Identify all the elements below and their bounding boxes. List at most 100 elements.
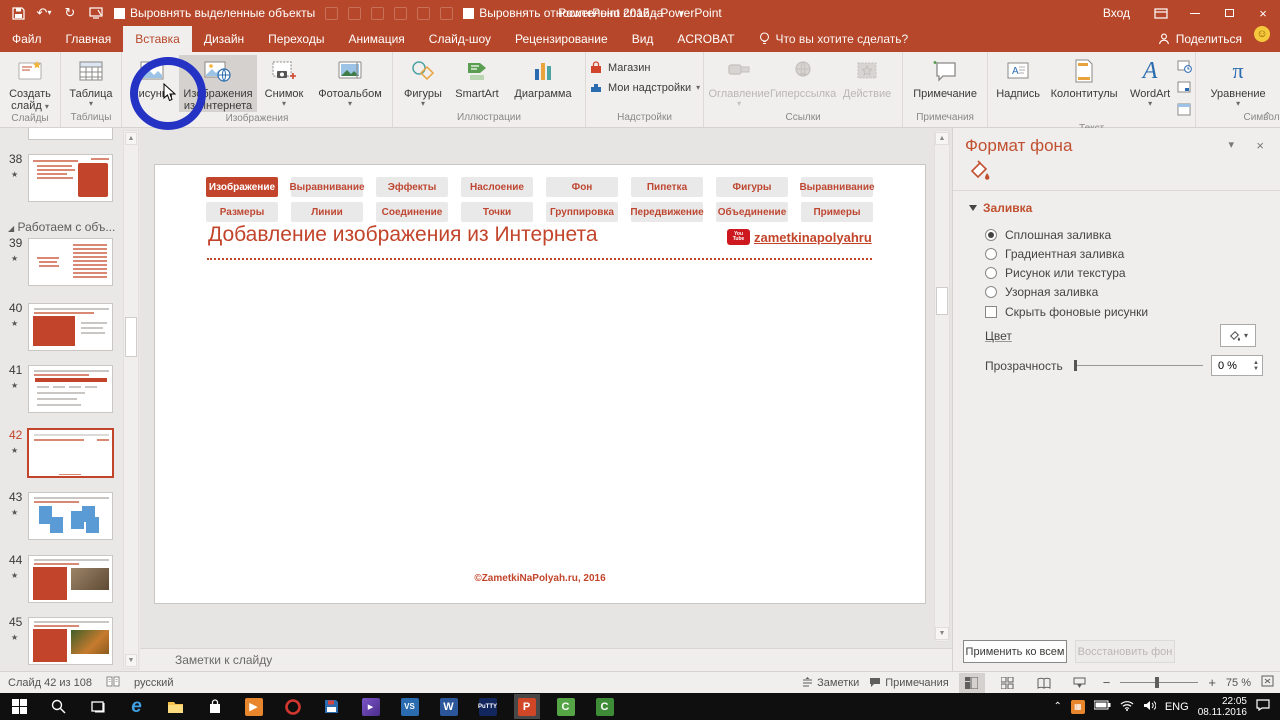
floppy-app-icon[interactable] xyxy=(319,694,345,719)
slide-thumbnail-41[interactable] xyxy=(28,365,113,413)
wifi-icon[interactable] xyxy=(1120,700,1134,714)
wordart-button[interactable]: A WordArt ▾ xyxy=(1123,55,1177,108)
fill-section-header[interactable]: Заливка xyxy=(969,201,1032,215)
save-icon[interactable] xyxy=(10,5,26,21)
restore-button[interactable] xyxy=(1212,0,1246,26)
slide-thumbnail-39[interactable] xyxy=(28,238,113,286)
visual-studio-icon[interactable]: VS xyxy=(397,694,423,719)
redo-icon[interactable]: ↻ xyxy=(62,5,78,21)
edge-icon[interactable]: e xyxy=(124,694,150,719)
align-selected-objects-checkbox[interactable]: Выровнять выделенные объекты xyxy=(114,6,315,20)
pane-menu-icon[interactable]: ▾ xyxy=(1228,138,1234,151)
pattern-fill-option[interactable]: Узорная заливка xyxy=(985,285,1098,299)
scrollbar-thumb[interactable] xyxy=(936,287,948,315)
slide-scrollbar[interactable]: ▲ ▼ xyxy=(934,130,950,642)
equation-button[interactable]: π Уравнение ▾ xyxy=(1199,55,1277,108)
camtasia-icon[interactable]: C xyxy=(553,694,579,719)
zoom-level[interactable]: 75 % xyxy=(1226,677,1251,689)
solid-fill-option[interactable]: Сплошная заливка xyxy=(985,228,1111,242)
opera-icon[interactable] xyxy=(280,694,306,719)
spellcheck-icon[interactable] xyxy=(106,675,120,691)
media-classic-icon[interactable]: ▸ xyxy=(358,694,384,719)
media-player-icon[interactable]: ▶ xyxy=(241,694,267,719)
slide-button[interactable]: Точки xyxy=(461,202,533,222)
slide-sorter-view-button[interactable] xyxy=(995,673,1021,693)
comments-toggle[interactable]: Примечания xyxy=(869,677,949,689)
online-pictures-button[interactable]: Изображения из Интернета xyxy=(179,55,257,112)
feedback-smiley-icon[interactable]: ☺ xyxy=(1254,26,1270,42)
action-center-icon[interactable] xyxy=(1256,699,1270,714)
zoom-slider[interactable] xyxy=(1120,682,1198,683)
reading-view-button[interactable] xyxy=(1031,673,1057,693)
search-icon[interactable] xyxy=(46,694,72,719)
thumbnail-scrollbar[interactable]: ▲ ▼ xyxy=(123,130,139,669)
pane-close-icon[interactable]: × xyxy=(1256,138,1264,153)
slide-thumbnail-45[interactable] xyxy=(28,617,113,665)
share-button[interactable]: Поделиться xyxy=(1146,26,1254,52)
normal-view-button[interactable] xyxy=(959,673,985,693)
section-header[interactable]: ◢ Работаем с объ... xyxy=(8,220,115,234)
thumbnail-partial[interactable] xyxy=(28,128,113,140)
language-tray[interactable]: ENG xyxy=(1165,701,1189,713)
undo-icon[interactable]: ↶▾ xyxy=(36,5,52,21)
photo-album-button[interactable]: Фотоальбом ▾ xyxy=(311,55,389,108)
scroll-up-icon[interactable]: ▲ xyxy=(125,132,137,145)
slide-thumbnail-40[interactable] xyxy=(28,303,113,351)
clock[interactable]: 22:05 08.11.2016 xyxy=(1198,696,1247,718)
slide-button[interactable]: Фигуры xyxy=(716,177,788,197)
notes-area[interactable]: Заметки к слайду xyxy=(140,648,952,671)
word-icon[interactable]: W xyxy=(436,694,462,719)
tab-slideshow[interactable]: Слайд-шоу xyxy=(417,26,503,52)
my-addins-button[interactable]: Мои надстройки ▾ xyxy=(589,81,700,95)
tab-home[interactable]: Главная xyxy=(54,26,124,52)
notes-toggle[interactable]: Заметки xyxy=(802,677,859,689)
tab-transitions[interactable]: Переходы xyxy=(256,26,336,52)
slide-button[interactable]: Фон xyxy=(546,177,618,197)
apply-to-all-button[interactable]: Применить ко всем xyxy=(963,640,1067,663)
header-footer-button[interactable]: Колонтитулы xyxy=(1045,55,1123,100)
tab-design[interactable]: Дизайн xyxy=(192,26,256,52)
gradient-fill-option[interactable]: Градиентная заливка xyxy=(985,247,1124,261)
transparency-slider-thumb[interactable] xyxy=(1074,360,1077,371)
slide-button[interactable]: Выравнивание xyxy=(291,177,363,197)
language-indicator[interactable]: русский xyxy=(134,677,173,689)
start-slideshow-icon[interactable] xyxy=(88,5,104,21)
sign-in-button[interactable]: Вход xyxy=(1089,6,1144,20)
ribbon-display-options-icon[interactable] xyxy=(1144,0,1178,26)
volume-icon[interactable] xyxy=(1143,700,1156,714)
slide-thumbnail-43[interactable] xyxy=(28,492,113,540)
slide-number-icon[interactable] xyxy=(1177,81,1192,100)
store-button[interactable]: Магазин xyxy=(589,61,700,75)
tell-me-box[interactable]: Что вы хотите сделать? xyxy=(747,26,921,52)
new-slide-button[interactable]: Создать слайд ▾ xyxy=(3,55,57,112)
zoom-slider-thumb[interactable] xyxy=(1155,677,1159,688)
slide-button[interactable]: Линии xyxy=(291,202,363,222)
shapes-button[interactable]: Фигуры ▾ xyxy=(396,55,450,108)
slide-button[interactable]: Передвижение xyxy=(631,202,703,222)
textbox-button[interactable]: A Надпись xyxy=(991,55,1045,100)
task-view-icon[interactable] xyxy=(85,694,111,719)
slideshow-view-button[interactable] xyxy=(1067,673,1093,693)
screenshot-button[interactable]: Снимок ▾ xyxy=(257,55,311,108)
scroll-up-icon[interactable]: ▲ xyxy=(935,132,949,145)
scrollbar-thumb[interactable] xyxy=(125,317,137,357)
fit-slide-button[interactable] xyxy=(1261,675,1274,690)
picture-fill-option[interactable]: Рисунок или текстура xyxy=(985,266,1126,280)
tab-insert[interactable]: Вставка xyxy=(123,26,192,52)
date-time-icon[interactable] xyxy=(1177,59,1192,78)
table-button[interactable]: Таблица ▾ xyxy=(64,55,118,108)
hide-background-checkbox[interactable]: Скрыть фоновые рисунки xyxy=(985,305,1148,319)
tab-view[interactable]: Вид xyxy=(620,26,666,52)
powerpoint-taskbar-icon[interactable]: P xyxy=(514,694,540,719)
close-button[interactable]: × xyxy=(1246,0,1280,26)
slide-button[interactable]: Размеры xyxy=(206,202,278,222)
zoom-in-button[interactable]: + xyxy=(1208,675,1216,690)
slide-button[interactable]: Группировка xyxy=(546,202,618,222)
minimize-button[interactable] xyxy=(1178,0,1212,26)
pictures-button[interactable]: Рисунки xyxy=(125,55,179,100)
slide-button[interactable]: Наслоение xyxy=(461,177,533,197)
scroll-down-icon[interactable]: ▼ xyxy=(125,654,137,667)
start-button[interactable] xyxy=(7,694,33,719)
align-to-slide-checkbox[interactable]: Выровнять относительно слайда xyxy=(463,6,663,20)
tray-app-icon[interactable]: ▦ xyxy=(1071,700,1085,714)
